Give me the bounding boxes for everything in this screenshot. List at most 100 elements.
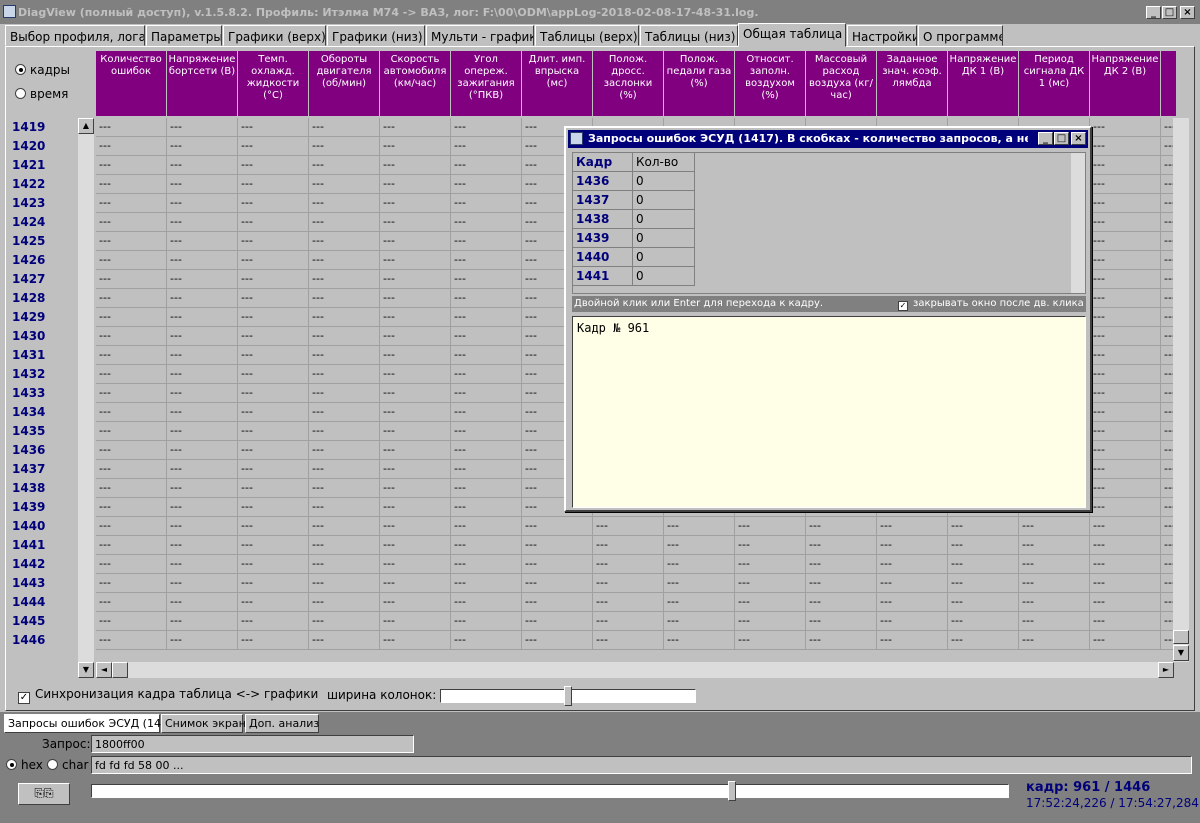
- dialog-maximize-button[interactable]: □: [1054, 132, 1069, 145]
- table-cell[interactable]: ---: [380, 403, 451, 422]
- row-number[interactable]: 1438: [12, 479, 78, 498]
- table-cell[interactable]: ---: [522, 536, 593, 555]
- table-cell[interactable]: ---: [877, 574, 948, 593]
- table-cell[interactable]: ---: [451, 156, 522, 175]
- tab-screenshot[interactable]: Снимок экрана: [161, 714, 253, 733]
- table-cell[interactable]: ---: [1090, 498, 1161, 517]
- column-header[interactable]: Напряжение ДК 1 (В): [948, 51, 1019, 116]
- table-cell[interactable]: ---: [593, 574, 664, 593]
- table-cell[interactable]: ---: [380, 156, 451, 175]
- table-cell[interactable]: ---: [1090, 118, 1161, 137]
- table-cell[interactable]: ---: [451, 213, 522, 232]
- table-cell[interactable]: ---: [167, 270, 238, 289]
- column-header[interactable]: Напряжение бортсети (В): [167, 51, 238, 116]
- table-cell[interactable]: ---: [877, 593, 948, 612]
- table-cell[interactable]: ---: [96, 251, 167, 270]
- tab-ecu-error-requests[interactable]: Запросы ошибок ЭСУД (1417): [4, 714, 179, 733]
- table-cell[interactable]: ---: [96, 612, 167, 631]
- table-cell[interactable]: ---: [1019, 631, 1090, 650]
- table-cell[interactable]: ---: [451, 308, 522, 327]
- table-cell[interactable]: ---: [380, 460, 451, 479]
- table-cell[interactable]: ---: [309, 441, 380, 460]
- format-char[interactable]: char: [47, 758, 89, 772]
- dialog-minimize-button[interactable]: _: [1038, 132, 1053, 145]
- dialog-count-cell[interactable]: 0: [633, 248, 695, 267]
- table-cell[interactable]: ---: [451, 384, 522, 403]
- row-number[interactable]: 1426: [12, 251, 78, 270]
- table-cell[interactable]: ---: [877, 631, 948, 650]
- column-header[interactable]: Скорость автомобиля (км/час): [380, 51, 451, 116]
- dialog-frame-cell[interactable]: 1438: [573, 210, 633, 229]
- column-header[interactable]: Период сигнала ДК 1 (мс): [1019, 51, 1090, 116]
- table-cell[interactable]: ---: [309, 137, 380, 156]
- left-scrollbar[interactable]: ▲ ▼: [78, 118, 94, 678]
- format-hex[interactable]: hex: [6, 758, 43, 772]
- response-field[interactable]: fd fd fd 58 00 ...: [91, 756, 1192, 774]
- table-cell[interactable]: ---: [309, 251, 380, 270]
- table-cell[interactable]: ---: [238, 156, 309, 175]
- table-cell[interactable]: ---: [1090, 479, 1161, 498]
- table-cell[interactable]: ---: [167, 384, 238, 403]
- table-cell[interactable]: ---: [96, 441, 167, 460]
- scroll-thumb[interactable]: [112, 662, 128, 678]
- table-cell[interactable]: ---: [735, 612, 806, 631]
- table-cell[interactable]: ---: [309, 593, 380, 612]
- table-cell[interactable]: ---: [380, 384, 451, 403]
- table-cell[interactable]: ---: [451, 612, 522, 631]
- row-number[interactable]: 1441: [12, 536, 78, 555]
- table-cell[interactable]: ---: [309, 232, 380, 251]
- row-number[interactable]: 1424: [12, 213, 78, 232]
- table-cell[interactable]: ---: [735, 574, 806, 593]
- table-cell[interactable]: ---: [309, 384, 380, 403]
- table-cell[interactable]: ---: [451, 574, 522, 593]
- request-field[interactable]: 1800ff00: [91, 735, 414, 753]
- table-cell[interactable]: ---: [96, 479, 167, 498]
- table-cell[interactable]: ---: [380, 441, 451, 460]
- dialog-frame-list[interactable]: Кадр Кол-во 1436 0 1437 0 1438 0 1439 0 1440 0 1441 0: [572, 152, 1086, 294]
- dialog-count-cell[interactable]: 0: [633, 191, 695, 210]
- table-cell[interactable]: ---: [309, 631, 380, 650]
- table-cell[interactable]: ---: [664, 593, 735, 612]
- table-cell[interactable]: ---: [167, 118, 238, 137]
- slider-thumb[interactable]: [727, 781, 736, 801]
- tab-general-table[interactable]: Общая таблица: [738, 23, 846, 47]
- column-header[interactable]: Темп. охлажд. жидкости (°C): [238, 51, 309, 116]
- table-cell[interactable]: ---: [593, 536, 664, 555]
- table-cell[interactable]: ---: [948, 631, 1019, 650]
- table-cell[interactable]: ---: [380, 631, 451, 650]
- table-cell[interactable]: ---: [309, 346, 380, 365]
- table-cell[interactable]: ---: [167, 289, 238, 308]
- table-cell[interactable]: ---: [167, 403, 238, 422]
- table-cell[interactable]: ---: [167, 555, 238, 574]
- tab-about[interactable]: О программе: [918, 25, 1003, 46]
- count-column-header[interactable]: Кол-во: [633, 153, 695, 172]
- column-header[interactable]: Количество ошибок: [96, 51, 167, 116]
- table-cell[interactable]: ---: [380, 270, 451, 289]
- table-cell[interactable]: ---: [167, 194, 238, 213]
- table-cell[interactable]: ---: [238, 631, 309, 650]
- table-cell[interactable]: ---: [96, 194, 167, 213]
- table-cell[interactable]: ---: [167, 232, 238, 251]
- tab-tables-top[interactable]: Таблицы (верх): [535, 25, 639, 46]
- close-after-click-checkbox[interactable]: ✓ закрывать окно после дв. клика: [898, 296, 1084, 311]
- row-number[interactable]: 1437: [12, 460, 78, 479]
- slider-thumb[interactable]: [564, 686, 572, 706]
- maximize-button[interactable]: □: [1162, 6, 1177, 19]
- table-cell[interactable]: ---: [238, 346, 309, 365]
- table-cell[interactable]: ---: [309, 536, 380, 555]
- table-cell[interactable]: ---: [238, 479, 309, 498]
- table-cell[interactable]: ---: [1090, 365, 1161, 384]
- row-number[interactable]: 1433: [12, 384, 78, 403]
- table-cell[interactable]: ---: [451, 460, 522, 479]
- row-number[interactable]: 1427: [12, 270, 78, 289]
- table-cell[interactable]: ---: [167, 631, 238, 650]
- column-header[interactable]: Полож. дросс. заслонки (%): [593, 51, 664, 116]
- dialog-count-cell[interactable]: 0: [633, 267, 695, 286]
- table-cell[interactable]: ---: [948, 536, 1019, 555]
- row-number[interactable]: 1422: [12, 175, 78, 194]
- column-width-slider[interactable]: [440, 686, 696, 706]
- table-cell[interactable]: ---: [380, 422, 451, 441]
- table-cell[interactable]: ---: [238, 194, 309, 213]
- table-cell[interactable]: ---: [96, 460, 167, 479]
- table-cell[interactable]: ---: [664, 612, 735, 631]
